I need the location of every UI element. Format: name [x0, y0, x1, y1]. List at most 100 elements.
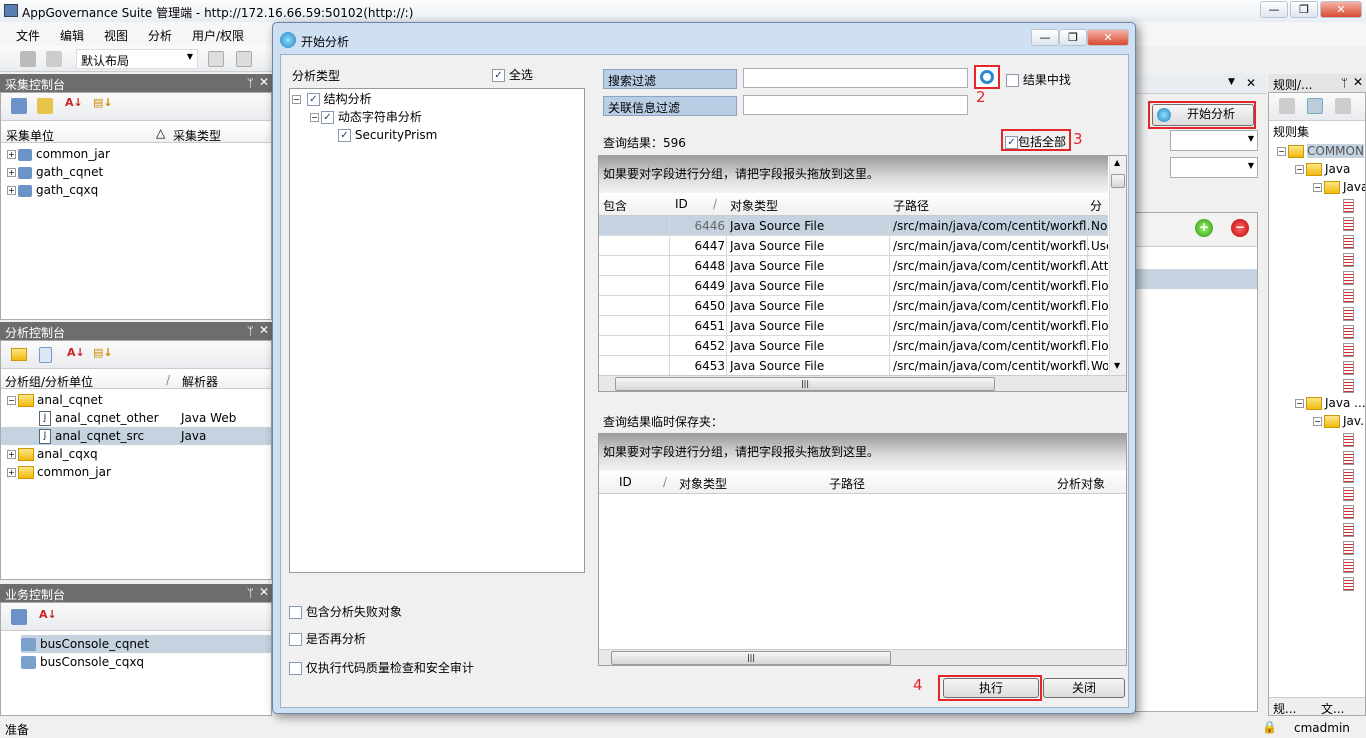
tab-files[interactable]: 文... — [1321, 700, 1344, 717]
include-all-checkbox[interactable]: ✓ 包括全部 — [1001, 129, 1071, 151]
add-console-icon[interactable] — [11, 609, 27, 625]
rule-item[interactable] — [1277, 448, 1365, 466]
column-analysis-object[interactable]: 分析对象 — [1057, 475, 1105, 492]
execute-button[interactable]: 执行 — [943, 678, 1039, 698]
result-row[interactable]: ✓ 6452 Java Source File /src/main/java/c… — [599, 336, 1108, 356]
dialog-minimize-button[interactable]: — — [1031, 29, 1059, 46]
option-reanalyze[interactable]: 是否再分析 — [289, 630, 366, 647]
result-row[interactable]: ✓ 6450 Java Source File /src/main/java/c… — [599, 296, 1108, 316]
results-hscrollbar[interactable]: ||| — [599, 375, 1126, 391]
option-quality-security-only[interactable]: 仅执行代码质量检查和安全审计 — [289, 659, 474, 676]
column-id[interactable]: ID — [619, 475, 632, 489]
rule-item[interactable] — [1277, 322, 1365, 340]
close-window-button[interactable]: ✕ — [1320, 1, 1362, 18]
column-analysis-unit[interactable]: 分析组/分析单位 — [5, 373, 93, 390]
menu-file[interactable]: 文件 — [16, 27, 40, 44]
sort-az-icon[interactable]: A↓ — [65, 96, 83, 109]
tree-node-structure[interactable]: − ✓ 结构分析 — [290, 90, 584, 108]
main-select-2[interactable]: ▼ — [1170, 157, 1258, 178]
column-include[interactable]: 包含 — [603, 197, 627, 214]
minimize-button[interactable]: — — [1260, 1, 1288, 18]
maximize-button[interactable]: ❐ — [1290, 1, 1318, 18]
select-all-checkbox[interactable]: ✓ 全选 — [492, 66, 533, 83]
add-collect-icon[interactable] — [11, 98, 27, 114]
analysis-unit-row[interactable]: Janal_cqnet_other Java Web — [1, 409, 271, 427]
export-pdf-icon[interactable] — [236, 51, 252, 67]
remove-icon[interactable]: − — [1231, 219, 1249, 237]
column-object-type[interactable]: 对象类型 — [730, 197, 778, 214]
column-collect-type[interactable]: 采集类型 — [173, 127, 221, 144]
pin-icon[interactable]: ᛘ — [1341, 76, 1348, 90]
main-select-1[interactable]: ▼ — [1170, 130, 1258, 151]
hscroll-thumb[interactable]: ||| — [615, 377, 995, 391]
export-excel-icon[interactable] — [208, 51, 224, 67]
rule-item[interactable] — [1277, 196, 1365, 214]
column-object-type[interactable]: 对象类型 — [679, 475, 727, 492]
dialog-maximize-button[interactable]: ❐ — [1059, 29, 1087, 46]
sort-az-icon[interactable]: A↓ — [39, 608, 57, 621]
business-item[interactable]: busConsole_cqxq — [21, 653, 271, 671]
pin-icon[interactable]: ᛘ — [247, 76, 254, 90]
rule-item[interactable] — [1277, 520, 1365, 538]
rule-tree-node[interactable]: − Java ... — [1277, 394, 1365, 412]
main-list-row-selected[interactable] — [1131, 269, 1257, 289]
close-icon[interactable]: ✕ — [259, 323, 269, 337]
menu-analysis[interactable]: 分析 — [148, 27, 172, 44]
rule-item[interactable] — [1277, 484, 1365, 502]
menu-view[interactable]: 视图 — [104, 27, 128, 44]
close-icon[interactable]: ✕ — [259, 585, 269, 599]
tree-node-securityprism[interactable]: ✓ SecurityPrism — [290, 126, 584, 144]
collect-item[interactable]: + common_jar — [7, 145, 271, 163]
temp-group-drop-area[interactable]: 如果要对字段进行分组，请把字段报头拖放到这里。 — [599, 434, 1126, 471]
new-unit-icon[interactable] — [39, 347, 52, 363]
search-button[interactable] — [974, 65, 1000, 89]
column-collect-unit[interactable]: 采集单位 — [6, 127, 54, 144]
rule-new-icon[interactable] — [1279, 98, 1295, 114]
rule-item[interactable] — [1277, 574, 1365, 592]
result-row[interactable]: ✓ 6453 Java Source File /src/main/java/c… — [599, 356, 1108, 376]
dialog-close-button[interactable]: ✕ — [1087, 29, 1129, 46]
rule-tree-node[interactable]: − Java — [1277, 160, 1365, 178]
rule-item[interactable] — [1277, 232, 1365, 250]
close-icon[interactable]: ✕ — [1353, 75, 1363, 89]
column-sub-path[interactable]: 子路径 — [893, 197, 929, 214]
close-button[interactable]: 关闭 — [1043, 678, 1125, 698]
rule-item[interactable] — [1277, 268, 1365, 286]
rule-item[interactable] — [1277, 556, 1365, 574]
business-item-selected[interactable]: busConsole_cqnet — [21, 635, 271, 653]
collect-item[interactable]: + gath_cqnet — [7, 163, 271, 181]
scroll-down-icon[interactable]: ▼ — [1114, 361, 1120, 370]
sort-az-icon[interactable]: A↓ — [67, 346, 85, 359]
collect-item[interactable]: + gath_cqxq — [7, 181, 271, 199]
result-row[interactable]: ✓ 6451 Java Source File /src/main/java/c… — [599, 316, 1108, 336]
search-filter-input[interactable] — [743, 68, 968, 88]
analysis-group-row[interactable]: + common_jar — [1, 463, 271, 481]
option-include-failed[interactable]: 包含分析失败对象 — [289, 603, 402, 620]
add-icon[interactable]: + — [1195, 219, 1213, 237]
find-in-results-checkbox[interactable]: 结果中找 — [1006, 71, 1071, 88]
vscroll-thumb[interactable] — [1111, 174, 1125, 188]
tab-rules[interactable]: 规... — [1273, 700, 1296, 717]
rule-item[interactable] — [1277, 430, 1365, 448]
close-icon[interactable]: ✕ — [1246, 76, 1256, 90]
result-row[interactable]: ✓ 6447 Java Source File /src/main/java/c… — [599, 236, 1108, 256]
scroll-up-icon[interactable]: ▲ — [1114, 158, 1120, 167]
rule-item[interactable] — [1277, 250, 1365, 268]
analysis-group-row[interactable]: + anal_cqxq — [1, 445, 271, 463]
pin-icon[interactable]: ᛘ — [247, 586, 254, 600]
sort-custom-icon[interactable]: ▤↓ — [93, 346, 113, 359]
result-row[interactable]: ✓ 6448 Java Source File /src/main/java/c… — [599, 256, 1108, 276]
results-vscrollbar[interactable]: ▲ ▼ — [1109, 156, 1126, 375]
sort-custom-icon[interactable]: ▤↓ — [93, 96, 113, 109]
rule-delete-icon[interactable] — [1335, 98, 1351, 114]
close-icon[interactable]: ✕ — [259, 75, 269, 89]
layout-select[interactable]: 默认布局 ▼ — [76, 49, 198, 69]
rule-item[interactable] — [1277, 286, 1365, 304]
analysis-unit-row-selected[interactable]: Janal_cqnet_src Java — [1, 427, 271, 445]
tree-node-dynamic-string[interactable]: − ✓ 动态字符串分析 — [290, 108, 584, 126]
rule-item[interactable] — [1277, 376, 1365, 394]
rule-item[interactable] — [1277, 358, 1365, 376]
group-drop-area[interactable]: 如果要对字段进行分组，请把字段报头拖放到这里。 — [599, 156, 1108, 193]
hscroll-thumb[interactable]: ||| — [611, 651, 891, 665]
column-id[interactable]: ID — [675, 197, 688, 211]
